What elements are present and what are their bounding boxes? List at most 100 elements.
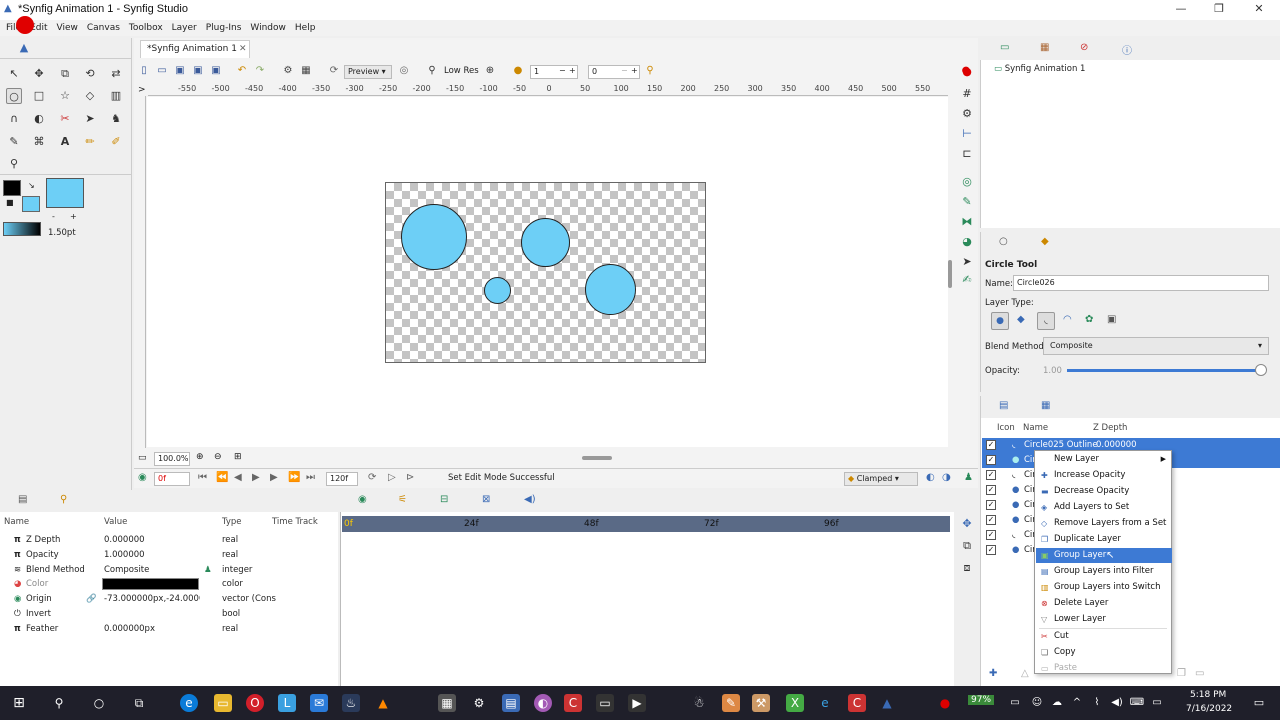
play-icon[interactable]: ▶ [252, 472, 260, 483]
angle-handles-icon[interactable]: ✍ [959, 272, 975, 288]
param-row-feather[interactable]: π Feather 0.000000px real [0, 623, 338, 637]
keyframes-tab-icon[interactable]: ⊟ [440, 494, 448, 505]
menu-view[interactable]: View [57, 23, 78, 33]
menu-increase-opacity[interactable]: ✚ Increase Opacity [1036, 468, 1172, 483]
tangent-handles-icon[interactable]: ⧓ [959, 214, 975, 230]
layer-visibility-checkbox[interactable]: ✓ [986, 500, 996, 510]
excel-icon[interactable]: X [786, 694, 804, 712]
swap-colors-icon[interactable]: ↘ [28, 181, 35, 190]
layer-visibility-checkbox[interactable]: ✓ [986, 470, 996, 480]
undo-icon[interactable]: ↶ [236, 65, 248, 77]
bounds-icon[interactable]: ▷ [388, 472, 396, 483]
notifications-icon[interactable]: ▭ [1250, 694, 1268, 712]
edge-legacy-icon[interactable]: e [816, 694, 834, 712]
draw-tool-icon[interactable]: ✏ [82, 134, 98, 150]
scale-tool-icon[interactable]: ⧉ [57, 66, 73, 82]
duplicate-layer-icon[interactable]: ❐ [1177, 668, 1186, 679]
end-frame-field[interactable]: 120f [326, 472, 358, 486]
layer-visibility-checkbox[interactable]: ✓ [986, 530, 996, 540]
vertex-handles-icon[interactable]: ✎ [959, 194, 975, 210]
bounds-end-icon[interactable]: ⊳ [406, 472, 414, 483]
copy-keyframes-icon[interactable]: ⧉ [959, 538, 975, 554]
library-panel-tab-icon[interactable]: ▦ [1040, 42, 1049, 53]
decrement-icon[interactable]: − [621, 65, 628, 77]
battery-icon[interactable]: ▭ [1006, 694, 1024, 712]
add-layer-icon[interactable]: ✚ [989, 668, 997, 679]
task-view-icon[interactable]: ⧉ [130, 694, 148, 712]
current-frame-field[interactable]: 0f [154, 472, 190, 486]
clock-date[interactable]: 7/16/2022 [1186, 704, 1232, 714]
raise-layer-icon[interactable]: △ [1021, 668, 1029, 679]
lowres-icon[interactable]: ⚲ [426, 65, 438, 77]
cortana-icon[interactable]: ○ [90, 694, 108, 712]
opacity-slider-handle[interactable] [1255, 364, 1267, 376]
move-keyframes-icon[interactable]: ✥ [959, 516, 975, 532]
blend-method-dropdown[interactable]: Composite ▾ [1043, 337, 1269, 355]
params-tab-icon[interactable]: ▤ [18, 494, 27, 505]
prev-keyframe-icon[interactable]: ⏪ [216, 472, 228, 483]
minimize-button[interactable]: — [1166, 2, 1196, 18]
increment-icon[interactable]: + [569, 65, 576, 77]
rectangle-tool-icon[interactable]: □ [31, 88, 47, 104]
decrement-icon[interactable]: − [559, 65, 566, 77]
penguin-app-icon[interactable]: ☃ [690, 694, 708, 712]
layers-tab-icon[interactable]: ▤ [999, 400, 1008, 411]
menu-new-layer[interactable]: New Layer ▶ [1036, 452, 1172, 467]
sketch-tool-icon[interactable]: ⌘ [31, 134, 47, 150]
save-all-icon[interactable]: ▣ [210, 65, 222, 77]
canvas-browser-item[interactable]: ▭ Synfig Animation 1 [994, 64, 1085, 74]
curve-gradient-type-icon[interactable]: ▣ [1107, 314, 1116, 325]
param-row-color[interactable]: ◕ Color color [0, 578, 338, 592]
snap-guide-icon[interactable]: ⊢ [959, 126, 975, 142]
seek-begin-icon[interactable]: ⏮ [198, 472, 207, 483]
battery-percent[interactable]: 97% [968, 695, 995, 705]
polygon-tool-icon[interactable]: ◇ [82, 88, 98, 104]
bone-tool-icon[interactable]: ♞ [108, 111, 124, 127]
canvas-stage[interactable] [385, 182, 706, 363]
menu-add-layers-to-set[interactable]: ◈ Add Layers to Set [1036, 500, 1172, 515]
synfig-taskbar-icon[interactable]: ▲ [878, 694, 896, 712]
brush-tool-icon[interactable]: ✐ [108, 134, 124, 150]
brush-preview[interactable] [46, 178, 84, 208]
people-icon[interactable]: ☺ [1028, 694, 1046, 712]
keyframe-lock-icon[interactable]: ◐ [926, 472, 935, 483]
save-icon[interactable]: ▣ [174, 65, 186, 77]
c-app-2-icon[interactable]: C [848, 694, 866, 712]
menu-group-layers-into-filter[interactable]: ▤ Group Layers into Filter [1036, 564, 1172, 579]
scale-keyframes-icon[interactable]: ⧈ [959, 560, 975, 576]
new-file-icon[interactable]: ▯ [138, 65, 150, 77]
fill-tool-icon[interactable]: ◐ [31, 111, 47, 127]
zoom-100-icon[interactable]: ⊞ [234, 452, 242, 462]
menu-duplicate-layer[interactable]: ❐ Duplicate Layer [1036, 532, 1172, 547]
menu-remove-layers-from-set[interactable]: ◇ Remove Layers from a Set [1036, 516, 1172, 531]
outline-color-swatch[interactable] [3, 180, 21, 196]
circle-layer-medium[interactable] [521, 218, 570, 267]
render-icon[interactable]: ⚙ [282, 65, 294, 77]
c-app-icon[interactable]: C [564, 694, 582, 712]
cutout-tool-icon[interactable]: ✂ [57, 111, 73, 127]
param-row-origin[interactable]: ◉ Origin 🔗 -73.000000px,-24.000000 vecto… [0, 593, 338, 607]
region-layer-type-icon[interactable]: ◆ [1017, 314, 1025, 325]
star-tool-icon[interactable]: ☆ [57, 88, 73, 104]
sets-tab-icon[interactable]: ▦ [1041, 400, 1050, 411]
opacity-slider-track[interactable] [1067, 369, 1259, 372]
camera-app-icon[interactable]: ◐ [534, 694, 552, 712]
menu-cut[interactable]: ✂ Cut [1036, 629, 1172, 644]
menu-delete-layer[interactable]: ⊗ Delete Layer [1036, 596, 1172, 611]
save-as-icon[interactable]: ▣ [192, 65, 204, 77]
zoom-tool-icon[interactable]: ⚲ [6, 156, 22, 172]
menu-toolbox[interactable]: Toolbox [129, 23, 163, 33]
tool-app-icon[interactable]: ⚒ [752, 694, 770, 712]
eyedropper-tool-icon[interactable]: ✎ [6, 134, 22, 150]
loop-icon[interactable]: ⟳ [368, 472, 376, 483]
timetrack-tab-icon[interactable]: ◉ [358, 494, 367, 505]
clock-time[interactable]: 5:18 PM [1190, 690, 1226, 700]
transform-tool-icon[interactable]: ↖ [6, 66, 22, 82]
layer-visibility-checkbox[interactable]: ✓ [986, 440, 996, 450]
info-tab-icon[interactable]: ⓘ [1122, 42, 1132, 57]
brush-increase-icon[interactable]: + [70, 212, 77, 221]
vlc-icon[interactable]: ▲ [374, 694, 392, 712]
preview-dropdown[interactable]: Preview ▾ [344, 65, 392, 79]
zoom-fit-icon[interactable]: ⊖ [214, 452, 222, 462]
text-tool-icon[interactable]: A [57, 134, 73, 150]
